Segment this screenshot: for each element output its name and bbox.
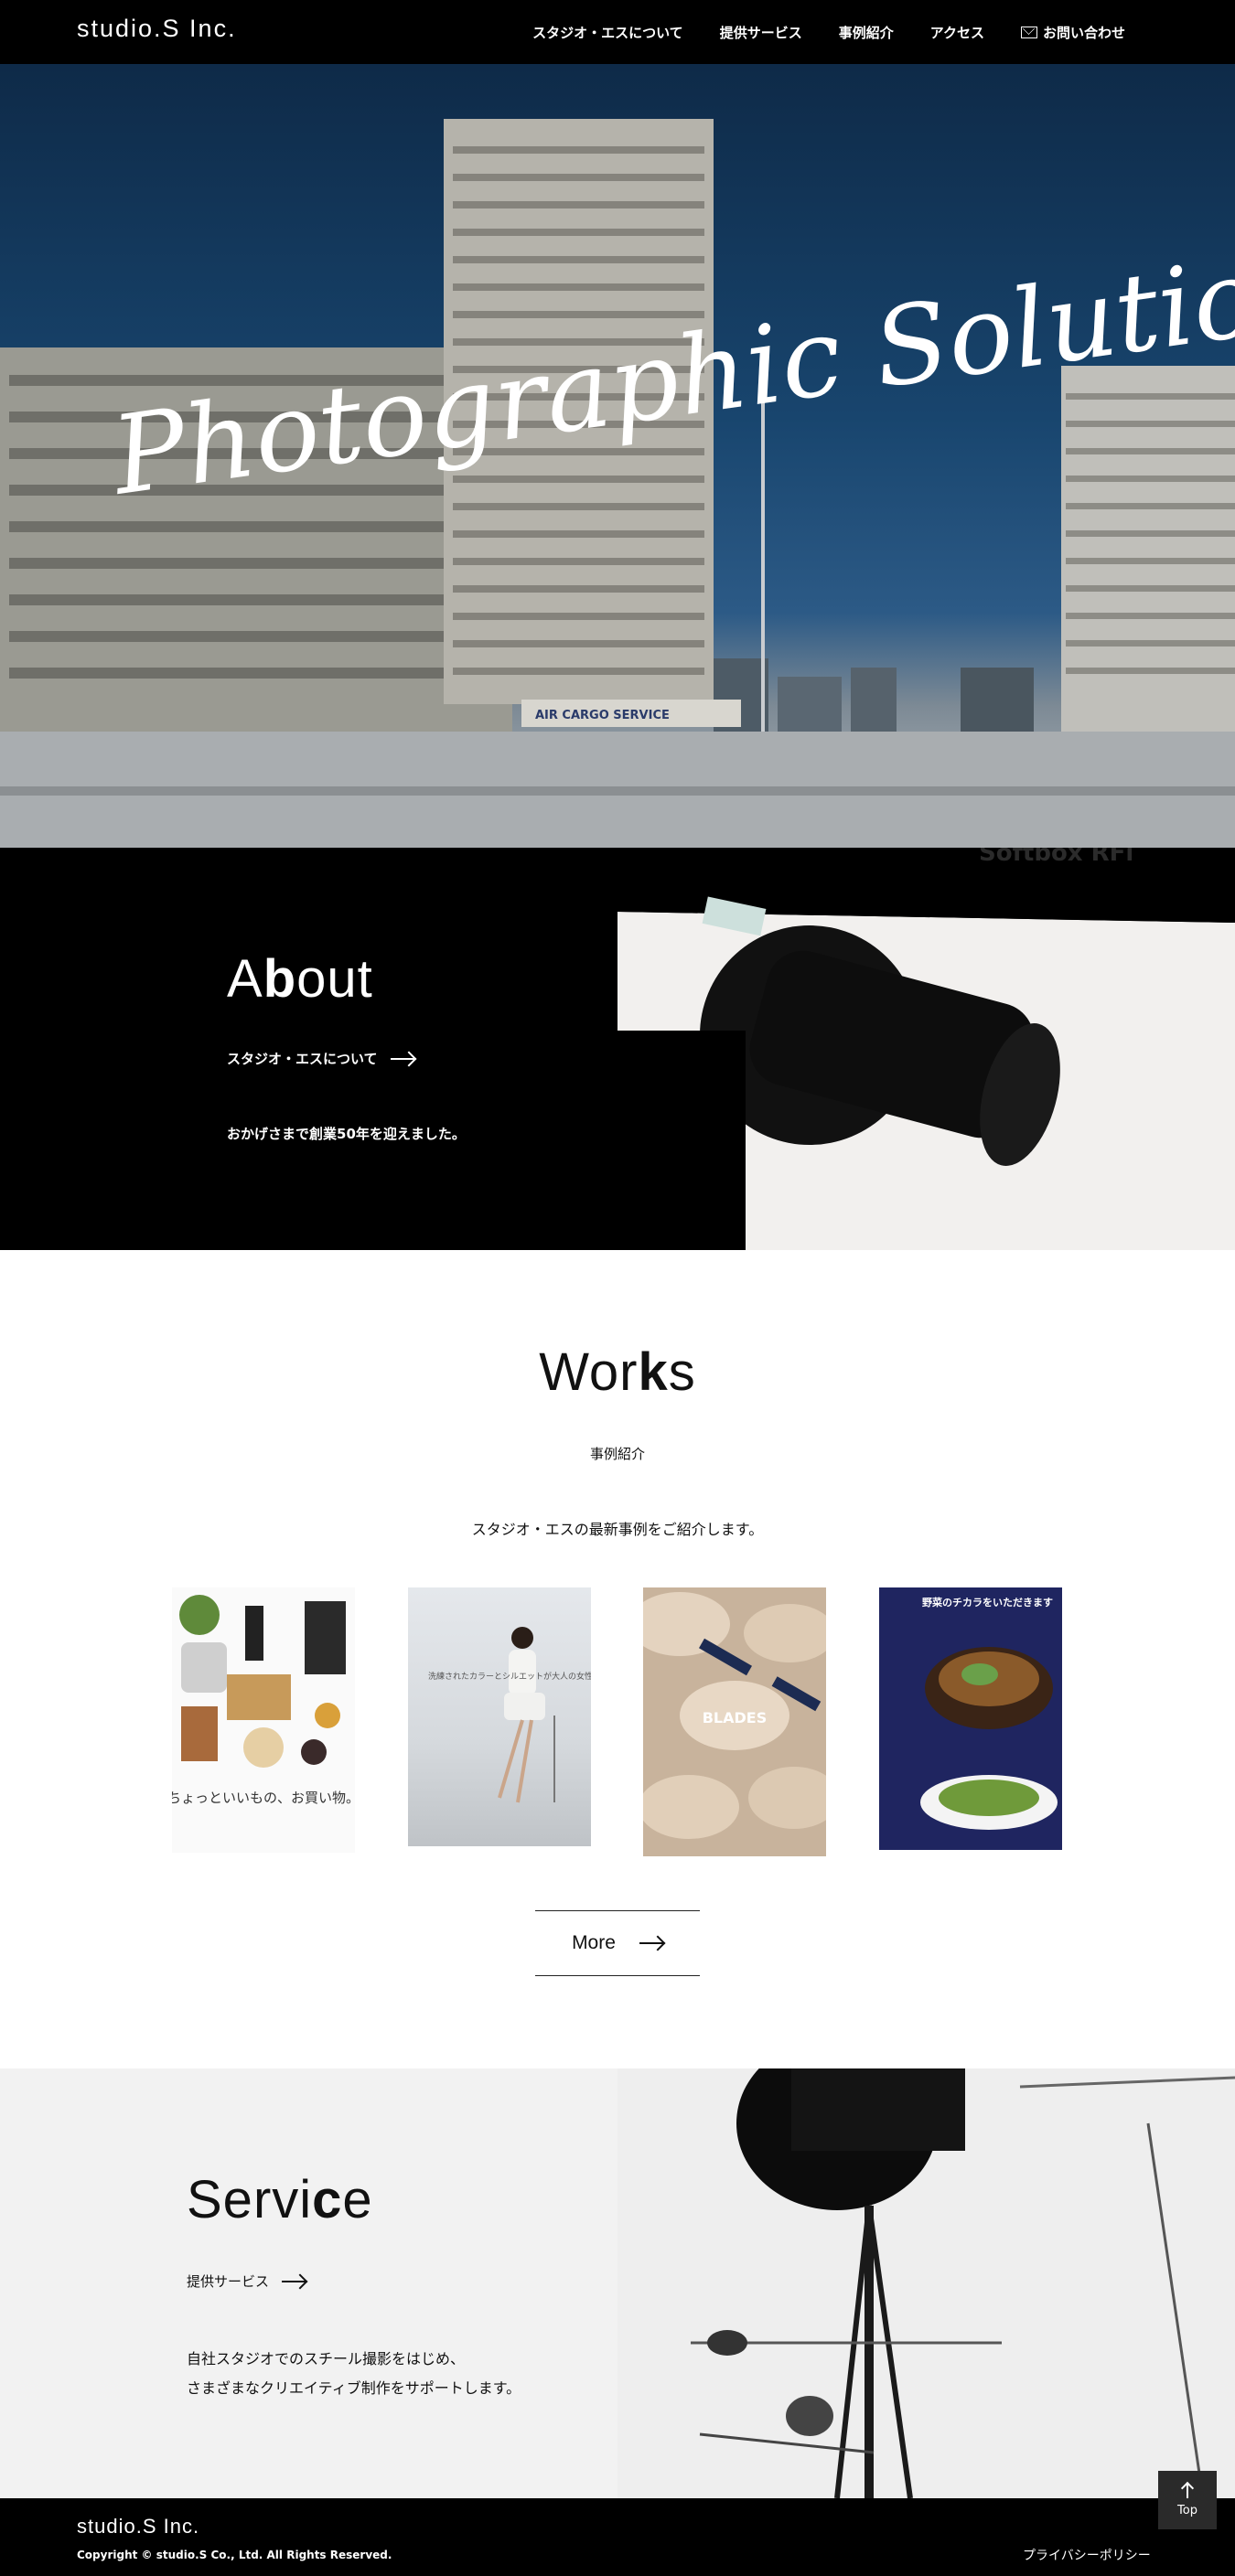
works-caption-2: 洗練されたカラーとシルエットが大人の女性を美しく彩るストレッチパンツ [428, 1671, 591, 1682]
service-section: Service 提供サービス 自社スタジオでのスチール撮影をはじめ、 さまざまな… [0, 2068, 1235, 2498]
works-title: Works [539, 1342, 696, 1402]
mail-icon [1020, 26, 1037, 38]
works-caption-1: ちょっといいもの、お買い物。 [172, 1790, 355, 1806]
service-description: 自社スタジオでのスチール撮影をはじめ、 さまざまなクリエイティブ制作をサポートし… [187, 2345, 521, 2403]
about-section: Softbox RFi About スタジオ・エスについて おかげさまで創業50… [0, 848, 1235, 1250]
copyright-text: Copyright © studio.S Co., Ltd. All Right… [77, 2549, 392, 2561]
works-caption-4: 野菜のチカラをいただきます [922, 1596, 1053, 1609]
works-thumbnail-2[interactable]: 洗練されたカラーとシルエットが大人の女性を美しく彩るストレッチパンツ [408, 1587, 591, 1846]
about-description: おかげさまで創業50年を迎えました。 [227, 1126, 466, 1142]
site-footer: studio.S Inc. Copyright © studio.S Co., … [0, 2498, 1235, 2576]
service-description-line-1: 自社スタジオでのスチール撮影をはじめ、 [187, 2350, 466, 2368]
works-subtitle: 事例紹介 [589, 1446, 645, 1462]
about-link[interactable]: スタジオ・エスについて [227, 1049, 414, 1068]
nav-contact-label: お問い合わせ [1042, 24, 1125, 41]
nav-item-works[interactable]: 事例紹介 [839, 23, 894, 42]
main-nav: スタジオ・エスについて 提供サービス 事例紹介 アクセス お問い合わせ [532, 0, 1125, 64]
more-button[interactable]: More [535, 1910, 700, 1976]
nav-item-service[interactable]: 提供サービス [720, 23, 802, 42]
hero-section: AIR CARGO SERVICE Photographic Solution [0, 64, 1235, 848]
about-title: About [227, 949, 373, 1009]
service-link[interactable]: 提供サービス [187, 2271, 306, 2291]
camera-photo: Softbox RFi [618, 848, 1235, 1250]
works-thumbnail-4[interactable]: 野菜のチカラをいただきます [879, 1587, 1062, 1850]
service-link-label: 提供サービス [187, 2273, 270, 2290]
studio-light-photo [618, 2068, 1235, 2498]
arrow-right-icon [390, 1057, 414, 1060]
privacy-policy-link[interactable]: プライバシーポリシー [1023, 2546, 1151, 2564]
top-label: Top [1177, 2503, 1197, 2517]
nav-item-about[interactable]: スタジオ・エスについて [532, 23, 683, 42]
arrow-up-icon [1187, 2483, 1188, 2498]
nav-item-access[interactable]: アクセス [930, 23, 984, 42]
fashion-model-image: 洗練されたカラーとシルエットが大人の女性を美しく彩るストレッチパンツ [428, 1627, 591, 1803]
works-section: Works 事例紹介 スタジオ・エスの最新事例をご紹介します。 ちょっといいもの… [0, 1250, 1235, 2068]
arrow-right-icon [282, 2280, 306, 2282]
works-caption-3: BLADES [703, 1709, 768, 1726]
cargo-sign: AIR CARGO SERVICE [535, 709, 670, 722]
works-thumbnail-3[interactable]: BLADES [643, 1587, 826, 1856]
works-thumbnail-1[interactable]: ちょっといいもの、お買い物。 [172, 1587, 355, 1853]
service-title: Service [187, 2170, 373, 2229]
about-link-label: スタジオ・エスについて [227, 1051, 378, 1067]
product-collage-image: ちょっといいもの、お買い物。 [172, 1587, 355, 1853]
site-logo[interactable]: studio.S Inc. [77, 15, 237, 43]
footer-logo[interactable]: studio.S Inc. [77, 2515, 199, 2539]
table-tennis-blades-image: BLADES [643, 1587, 826, 1856]
softbox-text: Softbox RFi [979, 848, 1133, 867]
more-label: More [572, 1932, 616, 1953]
site-header: studio.S Inc. スタジオ・エスについて 提供サービス 事例紹介 アク… [0, 0, 1235, 64]
nav-item-contact[interactable]: お問い合わせ [1020, 23, 1125, 42]
hero-photo: AIR CARGO SERVICE Photographic Solution [0, 119, 1235, 848]
food-poster-image: 野菜のチカラをいただきます [879, 1587, 1062, 1850]
service-description-line-2: さまざまなクリエイティブ制作をサポートします。 [187, 2379, 521, 2397]
works-description: スタジオ・エスの最新事例をご紹介します。 [471, 1521, 764, 1538]
back-to-top-button[interactable]: Top [1158, 2471, 1217, 2529]
arrow-right-icon [639, 1942, 663, 1944]
